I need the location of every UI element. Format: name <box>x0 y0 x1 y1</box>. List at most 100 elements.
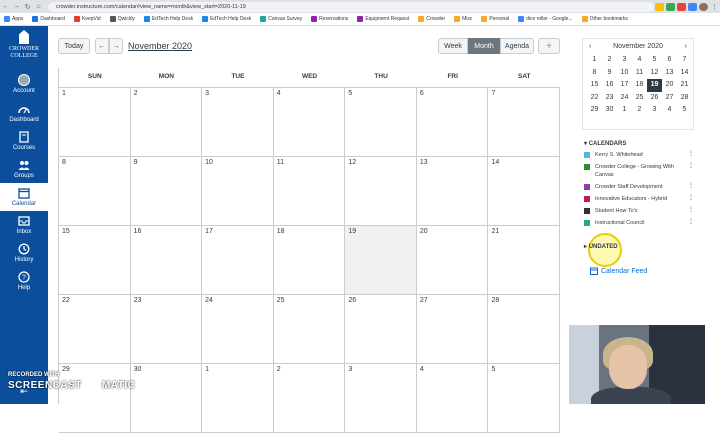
month-title[interactable]: November 2020 <box>128 41 192 51</box>
day-number[interactable]: 3 <box>348 366 352 373</box>
calendar-color-checkbox[interactable] <box>584 152 590 158</box>
mini-day[interactable]: 20 <box>662 79 677 92</box>
day-number[interactable]: 6 <box>420 90 424 97</box>
mini-day[interactable]: 13 <box>662 67 677 80</box>
nav-groups[interactable]: Groups <box>0 156 48 182</box>
bookmark-item[interactable]: Equipment Request <box>357 16 409 22</box>
day-number[interactable]: 13 <box>420 159 428 166</box>
mini-day[interactable]: 10 <box>617 67 632 80</box>
day-cell[interactable]: 24 <box>202 295 274 363</box>
bookmark-item[interactable]: Crowder <box>418 16 445 22</box>
bookmark-item[interactable]: Canvas Survey <box>260 16 302 22</box>
day-number[interactable]: 20 <box>420 228 428 235</box>
mini-day[interactable]: 27 <box>662 92 677 105</box>
day-number[interactable]: 1 <box>62 90 66 97</box>
day-cell[interactable]: 11 <box>274 157 346 225</box>
day-cell[interactable]: 26 <box>345 295 417 363</box>
forward-icon[interactable]: → <box>11 3 22 10</box>
calendar-item[interactable]: Crowder College - Growing With Canvas ⋮ <box>584 163 694 179</box>
nav-inbox[interactable]: Inbox <box>0 212 48 238</box>
calendar-item[interactable]: Innovative Educators - Hybrid ⋮ <box>584 195 694 203</box>
calendar-item[interactable]: Instructional Council ⋮ <box>584 219 694 227</box>
calendar-item[interactable]: Crowder Staff Development ⋮ <box>584 183 694 191</box>
mini-day[interactable]: 23 <box>602 92 617 105</box>
calendar-item[interactable]: Student How To's ⋮ <box>584 207 694 215</box>
mini-next-icon[interactable]: › <box>685 43 687 50</box>
day-cell[interactable]: 20 <box>417 226 489 294</box>
mini-day[interactable]: 15 <box>587 79 602 92</box>
more-options-icon[interactable]: ⋮ <box>688 219 694 225</box>
mini-day[interactable]: 26 <box>647 92 662 105</box>
day-number[interactable]: 18 <box>277 228 285 235</box>
day-cell[interactable]: 4 <box>417 364 489 432</box>
mini-day[interactable]: 2 <box>632 104 647 117</box>
mini-day[interactable]: 5 <box>677 104 692 117</box>
bookmark-item[interactable]: Misc <box>454 16 472 22</box>
view-week-button[interactable]: Week <box>438 38 468 54</box>
mini-day[interactable]: 22 <box>587 92 602 105</box>
calendar-feed-link[interactable]: Calendar Feed <box>590 267 647 275</box>
add-event-button[interactable]: + <box>538 38 560 54</box>
address-bar[interactable]: crowder.instructure.com/calendar#view_na… <box>48 1 654 12</box>
more-options-icon[interactable]: ⋮ <box>688 207 694 213</box>
mini-day[interactable]: 12 <box>647 67 662 80</box>
profile-avatar[interactable] <box>699 2 708 11</box>
nav-calendar[interactable]: Calendar <box>0 183 48 211</box>
day-cell[interactable]: 23 <box>131 295 203 363</box>
mini-day[interactable]: 14 <box>677 67 692 80</box>
mini-day[interactable]: 4 <box>662 104 677 117</box>
mini-day[interactable]: 3 <box>647 104 662 117</box>
day-number[interactable]: 11 <box>277 159 284 166</box>
day-number[interactable]: 12 <box>348 159 356 166</box>
bookmark-item[interactable]: Apps <box>4 16 23 22</box>
mini-day[interactable]: 6 <box>662 54 677 67</box>
undated-section[interactable]: ▸ UNDATED <box>584 243 618 250</box>
day-number[interactable]: 25 <box>277 297 285 304</box>
day-number[interactable]: 9 <box>134 159 138 166</box>
day-number[interactable]: 27 <box>420 297 428 304</box>
day-cell[interactable]: 17 <box>202 226 274 294</box>
home-icon[interactable]: ⌂ <box>33 3 44 10</box>
day-number[interactable]: 17 <box>205 228 213 235</box>
extension-icon[interactable] <box>666 2 675 11</box>
day-cell[interactable]: 28 <box>488 295 561 363</box>
bookmark-item[interactable]: dice roller - Google... <box>518 16 573 22</box>
mini-day[interactable]: 7 <box>677 54 692 67</box>
mini-day[interactable]: 9 <box>602 67 617 80</box>
bookmark-item[interactable]: EdTech Help Desk <box>202 16 251 22</box>
day-cell[interactable]: 1 <box>202 364 274 432</box>
mini-day[interactable]: 19 <box>647 79 662 92</box>
mini-day[interactable]: 17 <box>617 79 632 92</box>
calendar-item[interactable]: Kerry S. Whitehead ⋮ <box>584 151 694 159</box>
day-cell[interactable]: 30 <box>131 364 203 432</box>
day-number[interactable]: 4 <box>277 90 281 97</box>
mini-day[interactable]: 18 <box>632 79 647 92</box>
day-number[interactable]: 23 <box>134 297 142 304</box>
day-cell[interactable]: 2 <box>131 88 203 156</box>
day-number[interactable]: 22 <box>62 297 70 304</box>
bookmark-item[interactable]: Personal <box>481 16 509 22</box>
day-number[interactable]: 19 <box>348 228 356 235</box>
nav-courses[interactable]: Courses <box>0 128 48 154</box>
college-logo[interactable]: CROWDER COLLEGE <box>8 30 40 66</box>
day-cell[interactable]: 4 <box>274 88 346 156</box>
bookmark-item[interactable]: Dashboard <box>32 16 65 22</box>
day-cell[interactable]: 22 <box>59 295 131 363</box>
next-month-button[interactable]: → <box>109 38 123 54</box>
day-number[interactable]: 15 <box>62 228 70 235</box>
nav-history[interactable]: History <box>0 240 48 266</box>
mini-day[interactable]: 2 <box>602 54 617 67</box>
day-cell[interactable]: 15 <box>59 226 131 294</box>
mini-day[interactable]: 30 <box>602 104 617 117</box>
mini-prev-icon[interactable]: ‹ <box>589 43 591 50</box>
day-number[interactable]: 8 <box>62 159 66 166</box>
day-cell[interactable]: 3 <box>345 364 417 432</box>
day-cell[interactable]: 5 <box>345 88 417 156</box>
view-agenda-button[interactable]: Agenda <box>500 38 534 54</box>
calendar-color-checkbox[interactable] <box>584 220 590 226</box>
day-number[interactable]: 2 <box>134 90 138 97</box>
today-button[interactable]: Today <box>58 38 90 54</box>
day-cell[interactable]: 18 <box>274 226 346 294</box>
day-cell[interactable]: 7 <box>488 88 561 156</box>
day-number[interactable]: 28 <box>491 297 499 304</box>
